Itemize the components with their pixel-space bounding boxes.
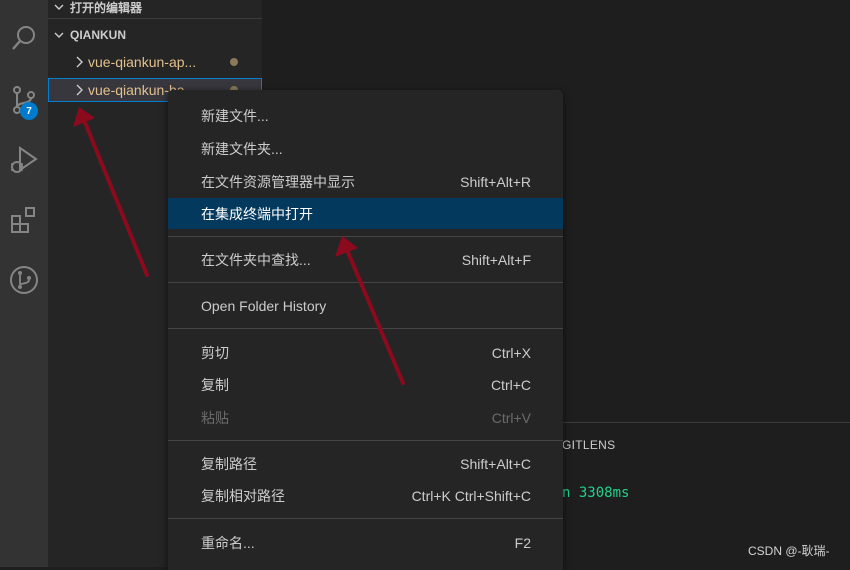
open-editors-header[interactable]: 打开的编辑器 bbox=[48, 0, 262, 19]
menu-item-copy[interactable]: 复制 Ctrl+C bbox=[168, 369, 563, 400]
menu-separator bbox=[168, 236, 563, 237]
menu-item-copy-relative-path[interactable]: 复制相对路径 Ctrl+K Ctrl+Shift+C bbox=[168, 480, 563, 511]
menu-item-rename[interactable]: 重命名... F2 bbox=[168, 527, 563, 558]
menu-item-shortcut: Shift+Alt+F bbox=[461, 251, 531, 268]
project-header[interactable]: QIANKUN bbox=[48, 24, 262, 46]
menu-separator bbox=[168, 518, 563, 519]
source-control-badge: 7 bbox=[20, 102, 38, 120]
modified-dot bbox=[230, 58, 238, 66]
menu-item-new-folder[interactable]: 新建文件夹... bbox=[168, 133, 563, 164]
menu-item-label: 剪切 bbox=[201, 344, 229, 361]
terminal-output: n 3308ms bbox=[562, 485, 630, 501]
menu-item-new-file[interactable]: 新建文件... bbox=[168, 100, 563, 131]
menu-item-shortcut: Ctrl+V bbox=[491, 409, 531, 426]
menu-item-label: 新建文件夹... bbox=[201, 140, 283, 157]
menu-item-label: 在文件夹中查找... bbox=[201, 251, 311, 268]
menu-separator bbox=[168, 328, 563, 329]
menu-item-label: 在文件资源管理器中显示 bbox=[201, 173, 355, 190]
menu-item-label: 复制 bbox=[201, 376, 229, 393]
menu-item-shortcut: F2 bbox=[514, 534, 531, 551]
watermark: CSDN @-耿瑞- bbox=[748, 544, 830, 558]
menu-item-shortcut: Shift+Alt+R bbox=[460, 173, 531, 190]
search-icon[interactable] bbox=[0, 14, 48, 62]
menu-item-label: 重命名... bbox=[201, 534, 255, 551]
run-debug-icon[interactable] bbox=[0, 136, 48, 184]
menu-item-label: 复制相对路径 bbox=[201, 487, 285, 504]
folder-label: vue-qiankun-ap... bbox=[88, 54, 197, 70]
menu-item-shortcut: Ctrl+C bbox=[490, 376, 531, 393]
open-editors-label: 打开的编辑器 bbox=[70, 0, 143, 15]
menu-item-open-folder-history[interactable]: Open Folder History bbox=[168, 290, 563, 321]
menu-item-label: 新建文件... bbox=[201, 107, 269, 124]
menu-item-cut[interactable]: 剪切 Ctrl+X bbox=[168, 337, 563, 368]
chevron-down-icon bbox=[48, 30, 70, 40]
menu-separator bbox=[168, 282, 563, 283]
menu-item-copy-path[interactable]: 复制路径 Shift+Alt+C bbox=[168, 448, 563, 479]
chevron-down-icon bbox=[48, 2, 70, 12]
menu-item-shortcut: Shift+Alt+C bbox=[460, 455, 531, 472]
menu-item-reveal-in-explorer[interactable]: 在文件资源管理器中显示 Shift+Alt+R bbox=[168, 166, 563, 197]
panel-tab-gitlens[interactable]: GITLENS bbox=[562, 438, 615, 452]
menu-item-label: 在集成终端中打开 bbox=[201, 205, 313, 222]
context-menu: 新建文件... 新建文件夹... 在文件资源管理器中显示 Shift+Alt+R… bbox=[168, 90, 563, 570]
menu-item-paste: 粘贴 Ctrl+V bbox=[168, 402, 563, 433]
activity-bar: 7 bbox=[0, 0, 48, 567]
project-label: QIANKUN bbox=[70, 28, 126, 42]
menu-item-label: Open Folder History bbox=[201, 297, 327, 314]
menu-item-label: 复制路径 bbox=[201, 455, 257, 472]
menu-item-find-in-folder[interactable]: 在文件夹中查找... Shift+Alt+F bbox=[168, 244, 563, 275]
menu-item-open-in-terminal[interactable]: 在集成终端中打开 bbox=[168, 198, 563, 229]
menu-item-shortcut: Ctrl+K Ctrl+Shift+C bbox=[411, 487, 531, 504]
chevron-right-icon bbox=[70, 56, 88, 68]
tree-item-folder[interactable]: vue-qiankun-ap... bbox=[48, 51, 262, 73]
menu-item-label: 粘贴 bbox=[201, 409, 229, 426]
menu-item-shortcut: Ctrl+X bbox=[491, 344, 531, 361]
gitlens-icon[interactable] bbox=[0, 256, 48, 304]
menu-separator bbox=[168, 440, 563, 441]
chevron-right-icon bbox=[70, 84, 88, 96]
extensions-icon[interactable] bbox=[0, 196, 48, 244]
